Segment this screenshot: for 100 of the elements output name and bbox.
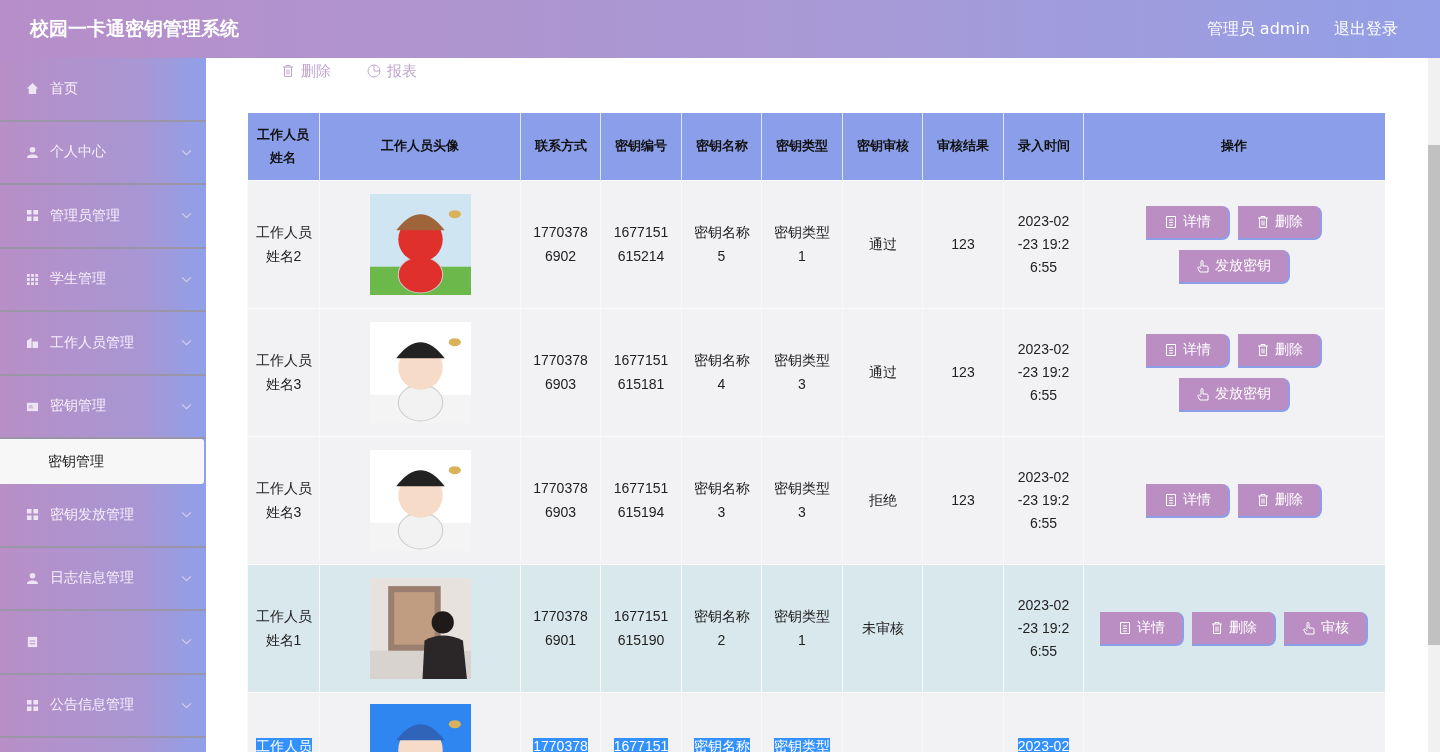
review-status: 拒绝 xyxy=(868,491,897,508)
review-status: 通过 xyxy=(868,235,897,252)
review-button[interactable]: 审核 xyxy=(1284,611,1369,646)
table-cell: 密钥类型3 xyxy=(774,480,830,520)
table-cell: 密钥类型3 xyxy=(774,352,830,392)
chevron-icon xyxy=(181,275,192,283)
details-button[interactable]: 详情 xyxy=(1146,333,1231,368)
column-header: 密钥编号 xyxy=(600,113,682,181)
entry-time: 2023-02 xyxy=(1017,738,1070,752)
column-header: 审核结果 xyxy=(922,113,1004,181)
column-header: 密钥审核 xyxy=(842,113,923,181)
issue-key-button[interactable]: 发放密钥 xyxy=(1178,377,1290,412)
report-button[interactable]: 报表 xyxy=(361,60,423,82)
details-button[interactable]: 详情 xyxy=(1146,205,1231,240)
chevron-icon xyxy=(181,701,192,709)
table-cell: 17703786903 xyxy=(533,480,588,520)
entry-time: 2023-02-23 19:26:55 xyxy=(1017,212,1070,276)
trash-icon xyxy=(281,64,295,78)
pie-chart-icon xyxy=(367,64,381,78)
review-status: 通过 xyxy=(868,363,897,380)
review-status: 未审核 xyxy=(861,619,904,636)
table-cell: 1677151615214 xyxy=(613,224,669,264)
scrollbar[interactable] xyxy=(1428,58,1440,752)
home-icon xyxy=(26,82,39,96)
sidebar-label: 密钥发放管理 xyxy=(50,505,134,524)
table-cell: 密钥名称3 xyxy=(693,480,750,520)
grid-icon xyxy=(26,508,39,522)
table-cell: 密钥名称4 xyxy=(693,352,750,392)
delete-button[interactable]: 删除 xyxy=(1238,333,1323,368)
sidebar-item[interactable]: 管理员管理 xyxy=(0,185,206,249)
chevron-icon xyxy=(181,339,192,347)
trash-icon xyxy=(1255,342,1270,357)
delete-button[interactable]: 删除 xyxy=(1238,205,1323,240)
grid-icon xyxy=(26,209,39,223)
chevron-icon xyxy=(181,402,192,410)
column-header: 工作人员姓名 xyxy=(247,113,320,181)
chevron-icon xyxy=(181,148,192,156)
document-icon xyxy=(1163,342,1178,357)
sidebar-label: 工作人员管理 xyxy=(50,333,134,352)
column-header: 工作人员头像 xyxy=(319,113,521,181)
table-cell: 1677151615190 xyxy=(613,608,669,648)
sidebar-item[interactable]: 学生管理 xyxy=(0,248,206,312)
entry-time: 2023-02-23 19:26:55 xyxy=(1017,340,1070,404)
issue-key-button[interactable]: 发放密钥 xyxy=(1178,249,1290,284)
sidebar-label: 学生管理 xyxy=(50,270,106,289)
scrollbar-thumb[interactable] xyxy=(1428,145,1440,645)
sidebar-label: 日志信息管理 xyxy=(50,569,134,588)
sidebar-item[interactable]: 首页 xyxy=(0,58,206,122)
sidebar-item[interactable]: 密钥发放管理 xyxy=(0,484,206,548)
user-icon xyxy=(26,145,39,159)
table-cell: 17703786902 xyxy=(533,224,588,264)
staff-name: 工作人员姓名3 xyxy=(255,352,312,392)
grid-icon xyxy=(26,698,39,712)
table-cell: 密钥名称5 xyxy=(693,224,750,264)
document-icon xyxy=(1117,620,1132,635)
delete-button[interactable]: 删除 xyxy=(275,60,337,82)
sidebar-label: 管理员管理 xyxy=(50,206,120,225)
entry-time: 2023-02-23 19:26:55 xyxy=(1017,468,1070,532)
details-button[interactable]: 详情 xyxy=(1100,611,1185,646)
table-cell: 密钥名称2 xyxy=(693,608,750,648)
trash-icon xyxy=(1255,214,1270,229)
sidebar-label: 个人中心 xyxy=(50,143,106,162)
table-cell: 123 xyxy=(951,363,975,380)
staff-name: 工作人员姓名1 xyxy=(255,608,312,648)
sidebar-label: 首页 xyxy=(50,79,78,98)
logout-link[interactable]: 退出登录 xyxy=(1334,18,1398,40)
dots-grid-icon xyxy=(26,272,39,286)
details-button[interactable]: 详情 xyxy=(1146,483,1231,518)
trash-icon xyxy=(1255,492,1270,507)
clipboard-icon xyxy=(26,635,39,649)
table-cell: 1677151 xyxy=(613,738,669,752)
sidebar-item[interactable]: 日志信息管理 xyxy=(0,547,206,611)
chevron-icon xyxy=(181,638,192,646)
staff-name: 工作人员姓名3 xyxy=(255,480,312,520)
sidebar-item[interactable]: 工作人员管理 xyxy=(0,312,206,376)
table-cell: 123 xyxy=(951,235,975,252)
table-cell: 密钥类型1 xyxy=(774,608,830,648)
column-header: 操作 xyxy=(1083,113,1385,181)
trash-icon xyxy=(1209,620,1224,635)
table-cell: 密钥名称 xyxy=(693,738,750,752)
table-cell: 17703786903 xyxy=(533,352,588,392)
building-icon xyxy=(26,336,39,350)
column-header: 录入时间 xyxy=(1003,113,1084,181)
column-header: 密钥名称 xyxy=(681,113,762,181)
sidebar-item[interactable]: 公告信息管理 xyxy=(0,674,206,738)
chevron-icon xyxy=(181,212,192,220)
entry-time: 2023-02-23 19:26:55 xyxy=(1017,596,1070,660)
sidebar-item[interactable]: 个人中心 xyxy=(0,121,206,185)
sidebar-label: 公告信息管理 xyxy=(50,696,134,715)
chevron-icon xyxy=(181,511,192,519)
delete-button[interactable]: 删除 xyxy=(1238,483,1323,518)
delete-button[interactable]: 删除 xyxy=(1192,611,1277,646)
table-cell: 17703786901 xyxy=(533,608,588,648)
table-cell: 1770378 xyxy=(533,738,588,752)
person-icon xyxy=(26,571,39,585)
submenu-item[interactable]: 密钥管理 xyxy=(0,439,204,484)
table-cell: 密钥类型 xyxy=(774,738,830,752)
sidebar-label: 密钥管理 xyxy=(50,397,106,416)
column-header: 密钥类型 xyxy=(761,113,843,181)
table-cell: 123 xyxy=(951,491,975,508)
